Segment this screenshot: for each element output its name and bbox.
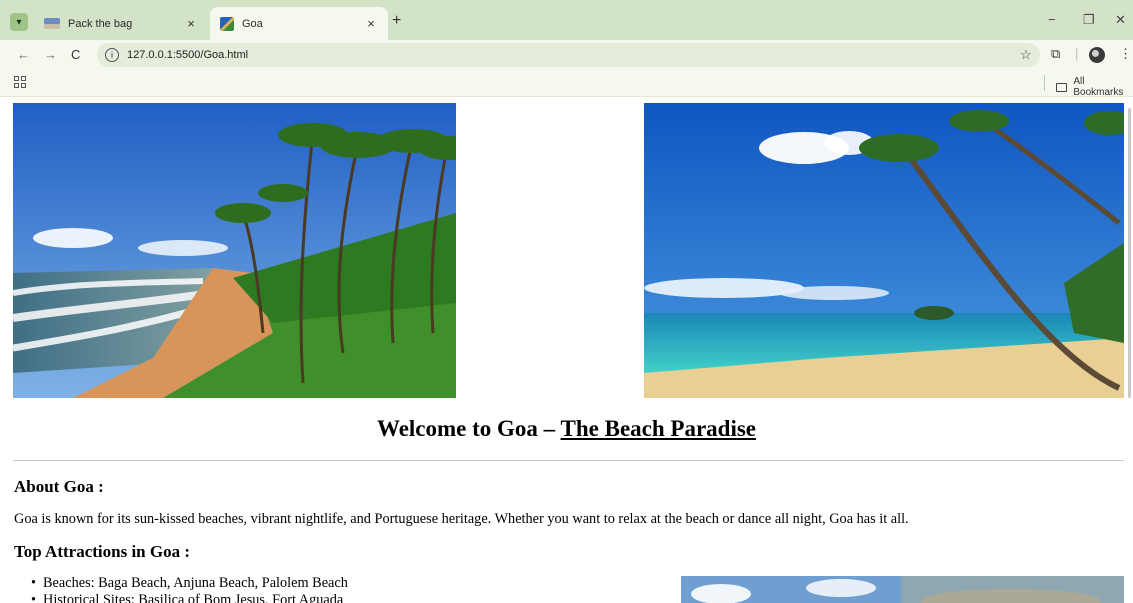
tab-favicon xyxy=(220,16,234,31)
reload-icon[interactable]: C xyxy=(71,47,80,62)
tab-pack-the-bag[interactable]: Pack the bag × xyxy=(34,7,208,40)
page-title-text: Welcome to Goa – xyxy=(376,416,561,441)
attractions-heading: Top Attractions in Goa : xyxy=(14,542,191,561)
profile-icon[interactable] xyxy=(1089,47,1105,63)
about-text: Goa is known for its sun-kissed beaches,… xyxy=(14,511,909,527)
bookmarks-bar: All Bookmarks xyxy=(0,70,1133,98)
bookmarks-divider xyxy=(1044,75,1045,91)
list-item: Beaches: Baga Beach, Anjuna Beach, Palol… xyxy=(31,575,348,592)
page-title: Welcome to Goa – The Beach Paradise xyxy=(0,416,1133,442)
tab-strip: ▾ Pack the bag × Goa × + − ❐ ✕ xyxy=(0,0,1133,40)
tab-title: Goa xyxy=(242,17,263,30)
page-viewport: Welcome to Goa – The Beach Paradise Abou… xyxy=(0,97,1133,603)
goa-attractions-photo xyxy=(681,576,1124,603)
close-icon[interactable]: × xyxy=(184,16,198,31)
attractions-list: Beaches: Baga Beach, Anjuna Beach, Palol… xyxy=(31,575,348,603)
restore-icon[interactable]: ❐ xyxy=(1083,12,1095,28)
site-info-icon[interactable]: i xyxy=(105,48,119,62)
extensions-icon[interactable]: ⧉ xyxy=(1051,46,1060,62)
star-icon[interactable]: ☆ xyxy=(1020,47,1040,63)
close-window-icon[interactable]: ✕ xyxy=(1115,12,1126,28)
list-item: Historical Sites: Basilica of Bom Jesus,… xyxy=(31,592,348,603)
all-bookmarks-button[interactable]: All Bookmarks xyxy=(1056,76,1133,98)
all-bookmarks-label: All Bookmarks xyxy=(1073,76,1124,98)
plus-icon[interactable]: + xyxy=(392,12,401,30)
chevron-down-icon: ▾ xyxy=(16,16,22,28)
beach-paradise-link[interactable]: The Beach Paradise xyxy=(561,416,757,441)
divider xyxy=(13,460,1124,461)
page-scrollbar[interactable] xyxy=(1128,108,1131,398)
goa-beach-photo-left xyxy=(13,103,456,398)
apps-icon[interactable] xyxy=(14,76,26,88)
forward-icon[interactable]: → xyxy=(44,47,57,62)
about-heading: About Goa : xyxy=(14,477,104,496)
address-bar[interactable]: i 127.0.0.1:5500/Goa.html ☆ xyxy=(97,43,1040,67)
close-icon[interactable]: × xyxy=(364,16,378,31)
browser-toolbar: ← → C i 127.0.0.1:5500/Goa.html ☆ ⧉ | ⋮ xyxy=(0,40,1133,70)
tab-title: Pack the bag xyxy=(68,17,133,30)
back-icon[interactable]: ← xyxy=(17,47,30,62)
more-icon[interactable]: ⋮ xyxy=(1119,46,1132,62)
address-url[interactable]: 127.0.0.1:5500/Goa.html xyxy=(127,49,1020,61)
folder-icon xyxy=(1056,82,1068,92)
tab-goa[interactable]: Goa × xyxy=(210,7,388,40)
goa-beach-photo-right xyxy=(644,103,1124,398)
tab-favicon xyxy=(44,18,60,29)
tab-search-button[interactable]: ▾ xyxy=(10,13,28,31)
minimize-icon[interactable]: − xyxy=(1048,12,1056,27)
toolbar-divider: | xyxy=(1075,46,1079,61)
